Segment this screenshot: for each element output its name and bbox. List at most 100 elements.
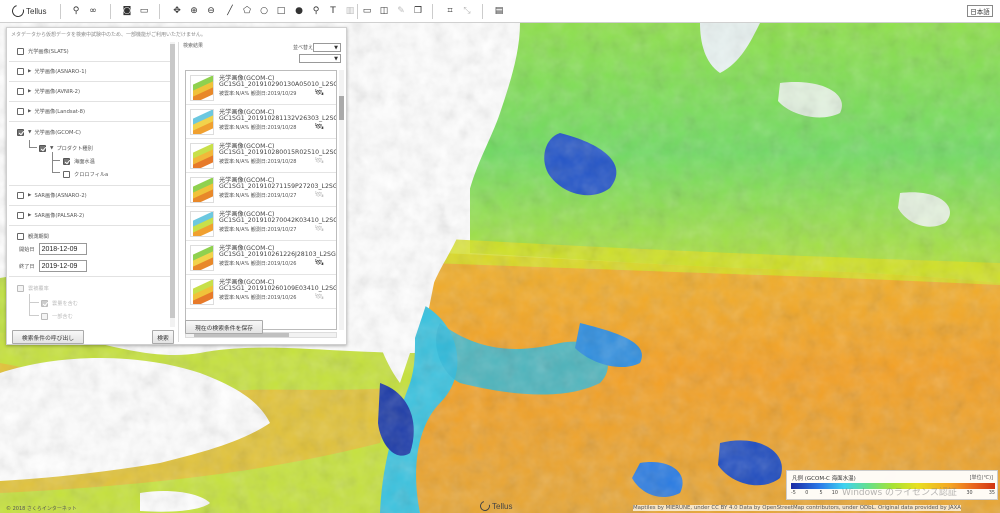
category-checkbox[interactable] [17, 68, 24, 75]
product-option-chlorophyll[interactable]: クロロフィルa [63, 168, 108, 180]
language-button[interactable]: 日本語 [967, 5, 993, 17]
category-row-asnaro2[interactable]: ▶ SAR画像(ASNARO-2) [9, 186, 175, 206]
start-date-label: 開始日 [19, 246, 35, 253]
filter-select[interactable]: ▼ [299, 54, 341, 63]
category-row-landsat8[interactable]: ▶ 光学画像(Landsat-8) [9, 102, 175, 122]
tellus-logo-icon [478, 499, 492, 513]
result-item[interactable]: 光学画像(GCOM-C) GC1SG1_201910261226J28103_L2… [186, 241, 336, 275]
zoom-in-icon[interactable]: ⊕ [188, 5, 200, 17]
result-filename: GC1SG1_201910261226J28103_L2SG [219, 251, 336, 258]
expand-arrow-icon[interactable]: ▶ [28, 109, 31, 114]
results-scrollbar-thumb[interactable] [339, 96, 344, 120]
map-attribution[interactable]: Maptiles by MIERUNE, under CC BY 4.0 Dat… [633, 505, 961, 511]
start-date-input[interactable]: 2018-12-09 [38, 243, 87, 255]
result-meta: 被雲率:N/A% 観測日:2019/10/27 [219, 227, 297, 233]
category-row-palsar2[interactable]: ▶ SAR画像(PALSAR-2) [9, 206, 175, 226]
draw-polygon-icon[interactable]: ⬠ [241, 5, 253, 17]
satellite-icon[interactable]: 🛰 [314, 292, 324, 301]
category-checkbox[interactable] [17, 48, 24, 55]
period-checkbox[interactable] [17, 232, 24, 240]
product-type-label: プロダクト種別 [56, 145, 93, 152]
result-thumbnail[interactable] [190, 75, 214, 101]
save-conditions-button[interactable]: 現在の検索条件を保存 [185, 320, 263, 334]
category-scrollbar-thumb[interactable] [170, 44, 175, 318]
satellite-icon[interactable]: 🛰 [314, 190, 324, 199]
satellite-icon[interactable]: 🛰 [314, 88, 324, 97]
result-item[interactable]: 光学画像(GCOM-C) GC1SG1_201910260109E03410_L2… [186, 275, 336, 309]
pin-icon[interactable]: ● [293, 5, 305, 17]
category-checkbox[interactable] [17, 88, 24, 95]
search-button[interactable]: 検索 [152, 330, 174, 344]
window-icon[interactable]: ▭ [361, 5, 373, 17]
collapse-arrow-icon[interactable]: ▼ [50, 146, 53, 151]
zoom-out-icon[interactable]: ⊖ [205, 5, 217, 17]
result-item[interactable]: 光学画像(GCOM-C) GC1SG1_201910280015R02510_L2… [186, 139, 336, 173]
category-scrollbar[interactable] [170, 42, 175, 327]
satellite-icon[interactable]: 🛰 [314, 258, 324, 267]
product-option-checkbox[interactable] [63, 157, 70, 165]
cloud-option-checkbox[interactable] [41, 312, 48, 320]
product-type-checkbox[interactable] [39, 144, 46, 152]
text-icon[interactable]: T [327, 5, 339, 17]
image-icon[interactable]: ▭ [138, 5, 150, 17]
result-item[interactable]: 光学画像(GCOM-C) GC1SG1_201910271159P27203_L2… [186, 173, 336, 207]
collapse-arrow-icon[interactable]: ▼ [28, 130, 31, 135]
product-option-label: クロロフィルa [74, 171, 109, 178]
category-row-avnir2[interactable]: ▶ 光学画像(AVNIR-2) [9, 82, 175, 102]
satellite-icon[interactable]: 🛰 [314, 224, 324, 233]
result-thumbnail[interactable] [190, 109, 214, 135]
cloud-option-include[interactable]: 雲量を含む [41, 297, 78, 309]
tellus-logo[interactable]: Tellus [9, 2, 46, 20]
satellite-icon[interactable]: 🛰 [314, 156, 324, 165]
resize-icon[interactable]: ⤡ [461, 5, 473, 17]
result-thumbnail[interactable] [190, 143, 214, 169]
category-checkbox-checked[interactable] [17, 128, 24, 136]
result-thumbnail[interactable] [190, 211, 214, 237]
results-scrollbar[interactable] [339, 70, 344, 330]
category-row-gcomc[interactable]: ▼ 光学画像(GCOM-C) [9, 122, 175, 142]
product-type-row[interactable]: ▼ プロダクト種別 [39, 142, 93, 154]
cloud-option-label: 一部含む [52, 313, 73, 320]
result-item[interactable]: 光学画像(GCOM-C) GC1SG1_201910281132V26303_L2… [186, 105, 336, 139]
result-meta: 被雲率:N/A% 観測日:2019/10/27 [219, 193, 297, 199]
edit-icon[interactable]: ✎ [395, 5, 407, 17]
result-filename: GC1SG1_201910260109E03410_L2SG [219, 285, 337, 292]
expand-arrow-icon[interactable]: ▶ [28, 69, 31, 74]
expand-arrow-icon[interactable]: ▶ [28, 193, 31, 198]
category-row-asnaro1[interactable]: ▶ 光学画像(ASNARO-1) [9, 62, 175, 82]
category-checkbox[interactable] [17, 192, 24, 199]
load-conditions-button[interactable]: 検索条件の呼び出し [12, 330, 84, 344]
draw-line-icon[interactable]: ╱ [224, 5, 236, 17]
trash-icon[interactable]: ▥ [344, 5, 356, 17]
result-thumbnail[interactable] [190, 177, 214, 203]
category-checkbox[interactable] [17, 212, 24, 219]
sort-select[interactable]: ▼ [313, 43, 341, 52]
cloud-option-checkbox[interactable] [41, 299, 48, 307]
result-thumbnail[interactable] [190, 279, 214, 305]
cloud-option-partial[interactable]: 一部含む [41, 310, 73, 322]
expand-arrow-icon[interactable]: ▶ [28, 213, 31, 218]
end-date-input[interactable]: 2019-12-09 [38, 260, 87, 272]
draw-circle-icon[interactable]: ○ [258, 5, 270, 17]
result-item[interactable]: 光学画像(GCOM-C) GC1SG1_201910290130A05010_L2… [186, 71, 336, 105]
search-icon[interactable]: ⚲ [70, 5, 82, 17]
category-checkbox[interactable] [17, 108, 24, 115]
satellite-icon[interactable]: 🛰 [314, 122, 324, 131]
split-view-icon[interactable]: ◫ [378, 5, 390, 17]
cloud-checkbox[interactable] [17, 284, 24, 292]
result-item[interactable]: 光学画像(GCOM-C) GC1SG1_201910270042K03410_L2… [186, 207, 336, 241]
product-option-checkbox[interactable] [63, 170, 70, 178]
marker-icon[interactable]: ⚲ [310, 5, 322, 17]
product-option-sst[interactable]: 海面水温 [63, 155, 95, 167]
pan-icon[interactable]: ✥ [171, 5, 183, 17]
document-icon[interactable]: ▤ [493, 5, 505, 17]
layers-icon[interactable]: ❐ [412, 5, 424, 17]
category-row-slats[interactable]: 光学画像(SLATS) [9, 42, 175, 62]
tree-connector [29, 140, 37, 148]
draw-rectangle-icon[interactable]: □ [275, 5, 287, 17]
result-thumbnail[interactable] [190, 245, 214, 271]
link-icon[interactable]: ∞ [87, 5, 99, 17]
expand-arrow-icon[interactable]: ▶ [28, 89, 31, 94]
camera-icon[interactable]: ◙ [121, 5, 133, 17]
crop-icon[interactable]: ⌗ [444, 5, 456, 17]
